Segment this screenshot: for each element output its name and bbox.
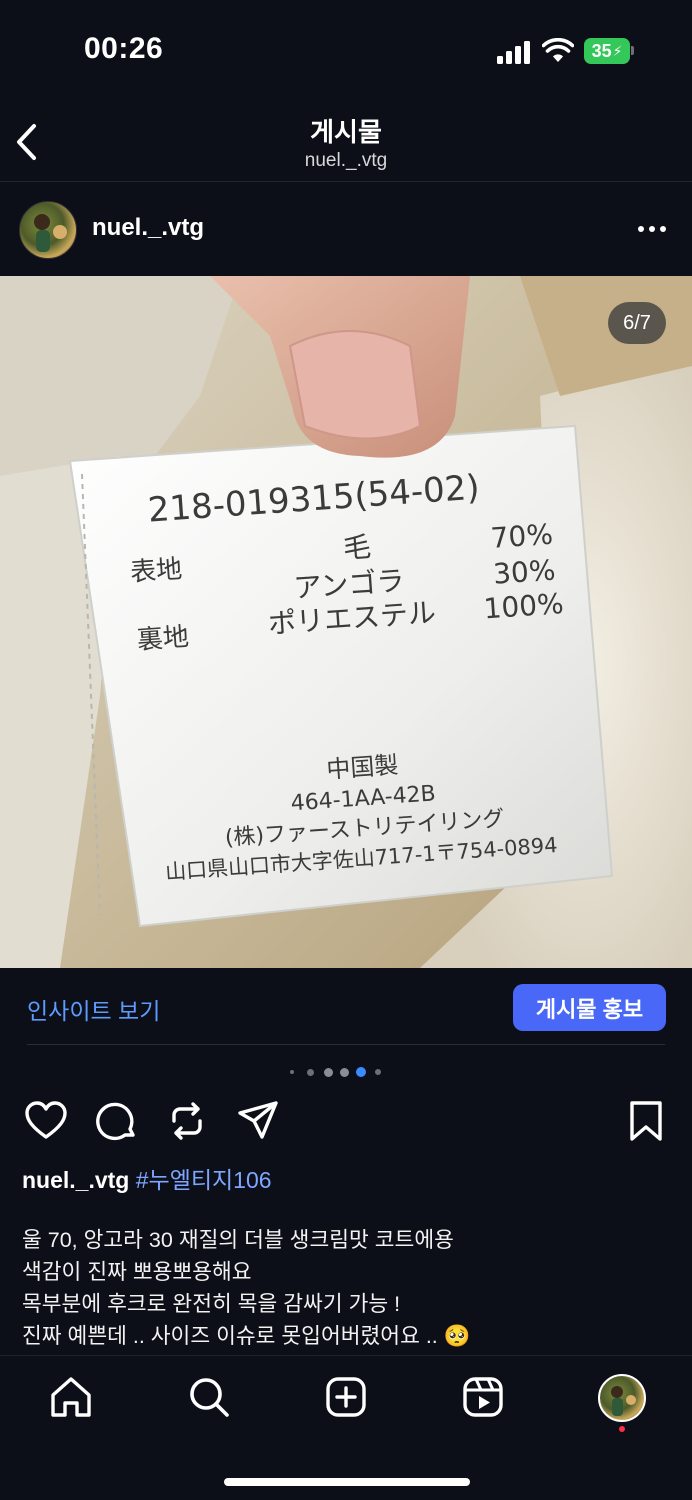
more-dots-icon[interactable] (638, 226, 668, 234)
battery-tip (631, 46, 634, 55)
author-username[interactable]: nuel._.vtg (92, 214, 204, 242)
label-row1-item1: 毛 (342, 530, 372, 565)
search-icon[interactable] (187, 1375, 231, 1419)
share-icon[interactable] (236, 1099, 280, 1143)
label-row1-pct1: 70% (490, 518, 554, 555)
caption-line: 목부분에 후크로 완전히 목을 감싸기 가능 ! (22, 1292, 401, 1316)
carousel-dot-active (356, 1067, 366, 1077)
caption-line: 울 70, 앙고라 30 재질의 더블 생크림맛 코트에용 (22, 1228, 454, 1252)
label-row1-pct2: 30% (492, 553, 556, 590)
charging-bolt-icon: ⚡ (612, 42, 623, 59)
label-row2-pct: 100% (483, 587, 565, 626)
caption-line: 진짜 예쁜데 .. 사이즈 이슈로 못입어버렸어요 .. 🥺 (22, 1324, 471, 1348)
page-subtitle[interactable]: nuel._.vtg (0, 150, 692, 172)
insight-divider (27, 1044, 665, 1045)
create-icon[interactable] (324, 1375, 368, 1419)
carousel-dot (375, 1069, 381, 1075)
battery-level: 35 (591, 40, 612, 61)
caption-text: 울 70, 앙고라 30 재질의 더블 생크림맛 코트에용 색감이 진짜 뽀용뽀… (22, 1224, 672, 1352)
heart-icon[interactable] (24, 1099, 68, 1143)
profile-icon[interactable] (598, 1374, 646, 1422)
author-avatar[interactable] (19, 201, 77, 259)
label-row2-label: 裏地 (136, 622, 190, 656)
home-icon[interactable] (49, 1375, 93, 1419)
image-counter-badge: 6/7 (608, 302, 666, 344)
view-insights-link[interactable]: 인사이트 보기 (27, 992, 160, 1026)
cellular-signal-icon (497, 40, 533, 64)
carousel-dot (290, 1070, 294, 1074)
carousel-dot (307, 1069, 314, 1076)
post-image[interactable]: 218-019315(54-02) 表地 毛 70% アンゴラ 30% 裏地 ポ… (0, 276, 692, 968)
repost-icon[interactable] (165, 1099, 209, 1143)
header-divider (0, 181, 692, 182)
page-title: 게시물 (310, 117, 382, 147)
caption-username[interactable]: nuel._.vtg (22, 1167, 129, 1193)
label-origin: 中国製 (326, 751, 400, 784)
tabbar-divider (0, 1355, 692, 1356)
caption-header: nuel._.vtg #누엘티지106 (22, 1161, 272, 1195)
battery-indicator: 35 ⚡ (584, 38, 630, 64)
profile-avatar-image (611, 1386, 636, 1416)
bookmark-icon[interactable] (624, 1099, 668, 1143)
carousel-dot (324, 1068, 333, 1077)
avatar-image (34, 214, 67, 252)
caption-line: 색감이 진짜 뽀용뽀용해요 (22, 1260, 252, 1284)
home-indicator[interactable] (224, 1478, 470, 1486)
wifi-icon (542, 38, 574, 62)
carousel-indicator (288, 1067, 388, 1077)
comment-icon[interactable] (95, 1099, 139, 1143)
notification-dot (619, 1426, 625, 1432)
reels-icon[interactable] (461, 1375, 505, 1419)
promote-post-button[interactable]: 게시물 홍보 (513, 984, 666, 1031)
carousel-dot (340, 1068, 349, 1077)
caption-hashtag[interactable]: #누엘티지106 (136, 1167, 272, 1193)
status-time: 00:26 (84, 32, 164, 65)
label-row1-label: 表地 (129, 554, 183, 588)
clothing-label-photo: 218-019315(54-02) 表地 毛 70% アンゴラ 30% 裏地 ポ… (0, 276, 692, 968)
